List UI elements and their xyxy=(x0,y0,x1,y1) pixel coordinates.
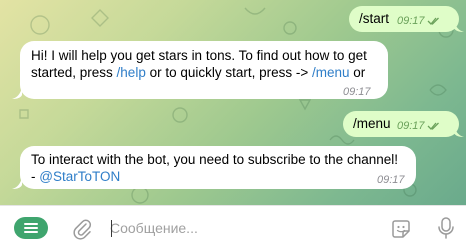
text-caret xyxy=(111,220,112,237)
message-text: or to quickly start, press -> xyxy=(145,65,313,80)
bot-menu-button[interactable] xyxy=(14,217,48,239)
message-time: 09:17 xyxy=(397,15,425,27)
message-bubble-outgoing[interactable]: /menu 09:17 xyxy=(343,111,459,137)
double-check-icon xyxy=(427,122,439,130)
message-bubble-outgoing[interactable]: /start 09:17 xyxy=(349,6,459,32)
message-text: Hi! I will help you get stars in tons. T… xyxy=(31,48,367,63)
message-text: /start xyxy=(359,11,390,26)
double-check-icon xyxy=(427,17,439,25)
message-input[interactable] xyxy=(110,216,370,240)
bubble-tail xyxy=(12,177,22,189)
message-bubble-incoming[interactable]: To interact with the bot, you need to su… xyxy=(20,146,416,189)
menu-icon xyxy=(24,223,38,233)
message-composer xyxy=(0,205,466,249)
message-time: 09:17 xyxy=(397,120,425,132)
microphone-icon[interactable] xyxy=(436,216,456,242)
help-command-link[interactable]: /help xyxy=(117,65,146,80)
message-text: - xyxy=(31,169,40,184)
sticker-icon[interactable] xyxy=(389,217,413,241)
bubble-tail xyxy=(12,87,22,99)
bubble-tail xyxy=(454,20,464,32)
message-bubble-incoming[interactable]: Hi! I will help you get stars in tons. T… xyxy=(20,41,388,99)
message-meta: 09:17 xyxy=(397,12,441,30)
channel-mention-link[interactable]: @StarToTON xyxy=(39,169,120,184)
message-text: or xyxy=(349,65,366,80)
message-time: 09:17 xyxy=(343,86,371,98)
chat-area[interactable]: /start 09:17 Hi! I will help you get sta… xyxy=(0,0,466,205)
bubble-tail xyxy=(454,125,464,137)
message-meta: 09:17 xyxy=(397,117,441,135)
paperclip-icon[interactable] xyxy=(72,218,92,240)
message-text: /menu xyxy=(353,116,391,131)
message-time: 09:17 xyxy=(377,174,405,186)
message-text: started, press xyxy=(31,65,117,80)
message-text: To interact with the bot, you need to su… xyxy=(31,152,398,167)
message-text-line: - @StarToTON xyxy=(31,168,120,186)
message-text-line: started, press /help or to quickly start… xyxy=(31,64,365,82)
message-text-line: Hi! I will help you get stars in tons. T… xyxy=(31,47,367,65)
menu-command-link[interactable]: /menu xyxy=(312,65,350,80)
message-text-line: To interact with the bot, you need to su… xyxy=(31,151,398,169)
